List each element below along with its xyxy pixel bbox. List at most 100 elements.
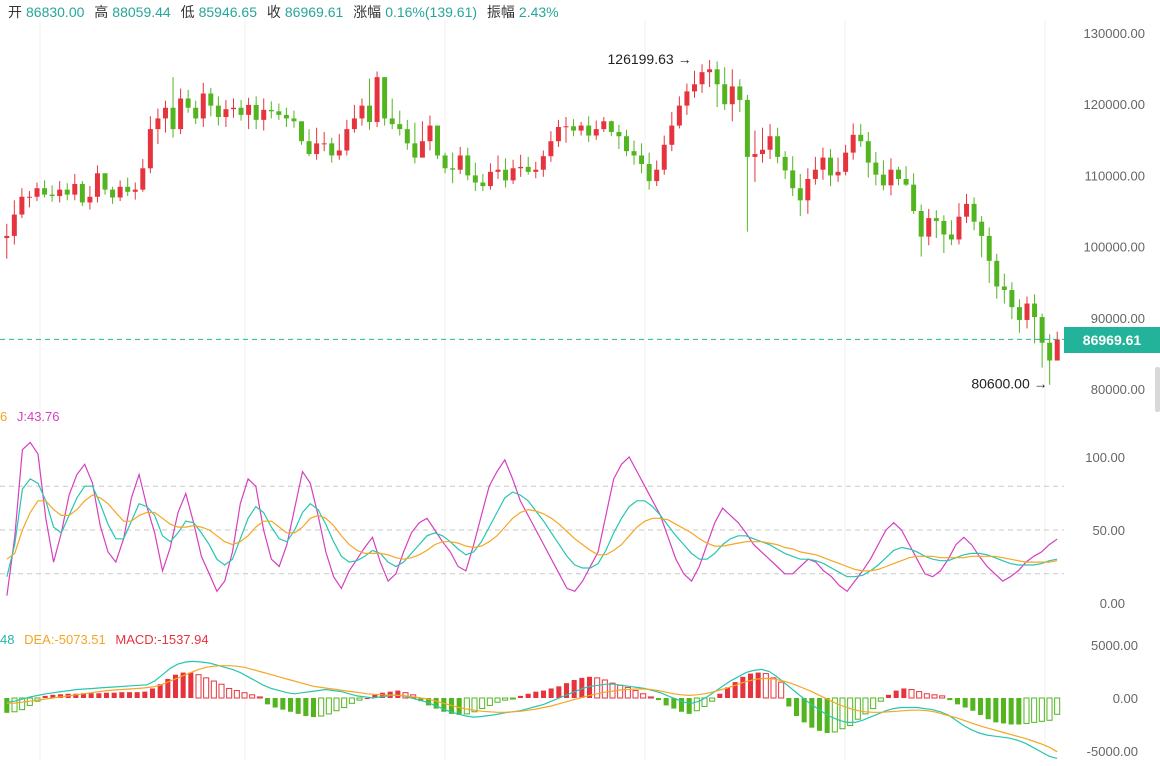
price-tick-label: 120000.00 — [1084, 97, 1145, 112]
candle-body — [525, 166, 531, 172]
macd-bar — [816, 698, 823, 731]
candle-body — [374, 77, 380, 122]
macd-bar — [210, 680, 217, 699]
candle-body — [752, 154, 758, 157]
macd-bar — [1046, 697, 1053, 721]
macd-bar — [755, 672, 761, 698]
macd-bar — [486, 697, 493, 706]
candle-body — [608, 121, 614, 132]
candle-body — [57, 189, 63, 197]
macd-bar — [310, 698, 317, 718]
candle-body — [880, 174, 886, 186]
candle-body — [639, 155, 645, 165]
candle-body — [238, 107, 244, 115]
macd-line-dea — [6, 665, 1058, 753]
macd-tick-label: -5000.00 — [1087, 744, 1138, 759]
candle-body — [911, 184, 917, 211]
macd-bar — [111, 692, 117, 698]
macd-bar — [525, 693, 531, 698]
macd-bar — [119, 692, 125, 698]
macd-bar — [249, 694, 256, 699]
macd-dea-value: DEA:-5073.51 — [24, 632, 106, 647]
macd-bar — [188, 672, 194, 698]
high-value: 88059.44 — [112, 4, 171, 20]
candle-body — [147, 129, 153, 169]
candle-body — [1054, 339, 1060, 361]
low-value: 85946.65 — [198, 4, 257, 20]
candle-body — [503, 169, 509, 181]
macd-bar — [571, 679, 577, 698]
candle-body — [820, 157, 826, 170]
macd-bar — [303, 698, 309, 717]
candle-body — [155, 118, 161, 130]
candle-body — [170, 107, 176, 130]
candle-body — [382, 77, 388, 119]
macd-bar — [617, 684, 624, 699]
macd-bar — [693, 697, 700, 712]
candle-body — [812, 169, 818, 179]
kdj-legend: 6 J:43.76 — [0, 408, 60, 426]
macd-bar — [770, 677, 777, 699]
candle-body — [276, 111, 282, 115]
candle-body — [215, 105, 221, 118]
macd-bar — [272, 698, 278, 708]
macd-bar — [854, 697, 861, 720]
candle-body — [744, 99, 750, 157]
macd-bar — [594, 677, 601, 699]
change-value: 0.16%(139.61) — [385, 4, 478, 20]
candle-body — [230, 107, 236, 110]
candle-body — [873, 162, 879, 175]
candle-body — [132, 189, 138, 192]
close-value: 86969.61 — [284, 4, 344, 20]
candle-body — [782, 156, 788, 171]
change-label: 涨幅 — [353, 4, 382, 20]
price-tick-label: 80000.00 — [1091, 382, 1145, 397]
macd-bar — [364, 698, 370, 699]
macd-bar — [142, 691, 148, 698]
candle-body — [178, 98, 184, 130]
candle-body — [964, 203, 970, 217]
candle-body — [805, 178, 811, 201]
scroll-handle[interactable] — [1155, 367, 1160, 412]
kdj-j-value: J:43.76 — [16, 409, 60, 424]
candle-body — [797, 188, 803, 201]
macd-bar — [203, 677, 210, 699]
macd-bar — [686, 698, 692, 714]
macd-bar — [916, 691, 923, 699]
candle-body — [684, 91, 690, 106]
macd-bar — [655, 698, 662, 701]
candle-body — [200, 93, 206, 119]
candle-body — [586, 125, 592, 136]
candle-body — [306, 141, 312, 155]
macd-bar — [341, 697, 348, 709]
candle-body — [351, 118, 357, 130]
candle-body — [775, 136, 781, 157]
candle-body — [321, 143, 327, 145]
candle-body — [828, 157, 834, 176]
candle-body — [896, 169, 902, 179]
candle-body — [450, 168, 456, 170]
macd-bar — [287, 698, 294, 712]
candle-body — [593, 129, 599, 136]
candle-body — [759, 149, 765, 155]
candle-body — [518, 166, 524, 169]
macd-dif-value: 48 — [0, 632, 15, 647]
candle-body — [314, 143, 320, 155]
candle-body — [291, 118, 297, 122]
macd-bar — [870, 697, 877, 710]
candle-body — [986, 235, 992, 261]
macd-bar — [809, 698, 815, 728]
candle-body — [631, 151, 637, 156]
candle-body — [971, 203, 977, 222]
macd-bar — [1016, 698, 1022, 725]
candle-body — [487, 171, 493, 187]
macd-bar — [947, 698, 953, 701]
macd-bar — [356, 697, 363, 701]
macd-bar — [762, 673, 769, 699]
price-tick-label: 90000.00 — [1091, 311, 1145, 326]
amplitude-value: 2.43% — [518, 4, 559, 20]
candle-body — [329, 143, 335, 156]
candle-body — [19, 196, 25, 215]
candle-body — [941, 220, 947, 235]
candle-body — [480, 182, 486, 187]
